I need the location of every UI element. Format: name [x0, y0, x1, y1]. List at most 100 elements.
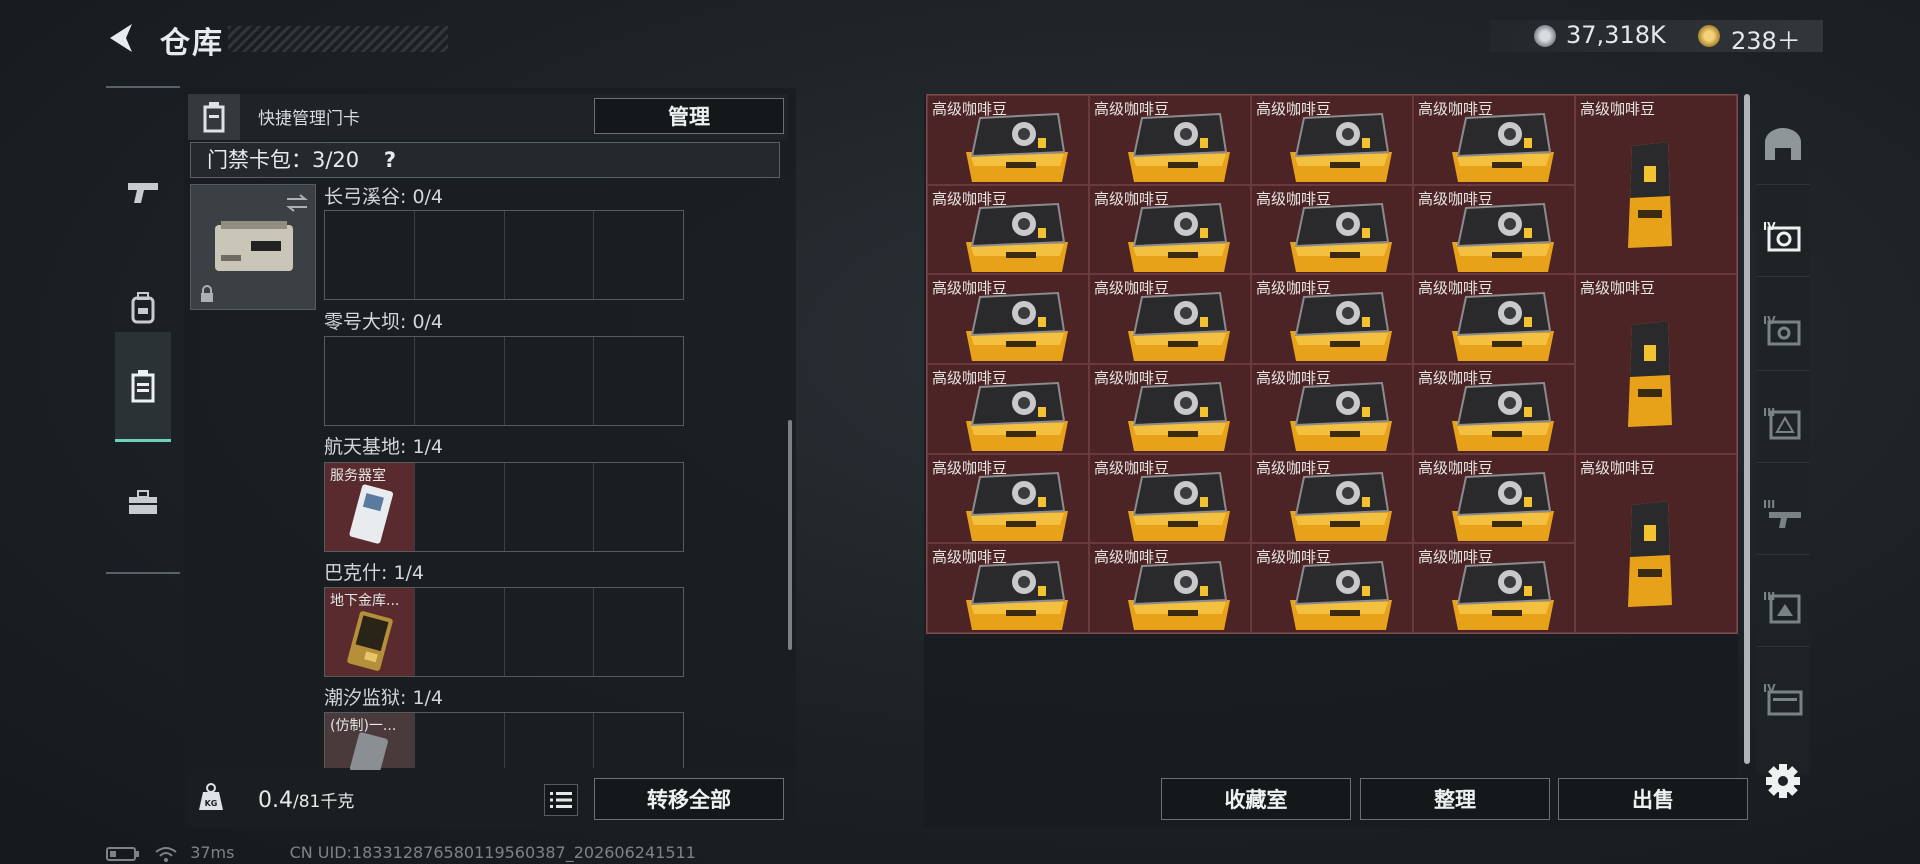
inventory-item-coffee-beans[interactable]: 高级咖啡豆: [1413, 453, 1575, 544]
item-name: 高级咖啡豆: [1094, 548, 1170, 567]
inventory-item-coffee-beans[interactable]: 高级咖啡豆: [1251, 95, 1413, 185]
item-name: 高级咖啡豆: [932, 189, 1008, 208]
keycard-case-item[interactable]: [190, 184, 316, 310]
keycard-slot[interactable]: [594, 588, 683, 676]
coffee-bag-image: [966, 471, 1068, 541]
group-label-linghao: 零号大坝: 0/4: [324, 311, 444, 333]
coin-icon: [1534, 25, 1556, 47]
inventory-item-coffee-beans[interactable]: 高级咖啡豆: [1575, 453, 1737, 633]
inventory-item-coffee-beans[interactable]: 高级咖啡豆: [1089, 274, 1251, 364]
coffee-bag-image: [966, 381, 1068, 451]
list-view-button[interactable]: [544, 784, 578, 816]
tab-weapons[interactable]: [106, 152, 180, 232]
inventory-item-coffee-beans[interactable]: 高级咖啡豆: [1413, 95, 1575, 185]
inventory-item-coffee-beans[interactable]: 高级咖啡豆: [1251, 274, 1413, 364]
coffee-bag-image: [1452, 561, 1554, 631]
inventory-item-coffee-beans[interactable]: 高级咖啡豆: [1089, 95, 1251, 185]
collection-room-button[interactable]: 收藏室: [1161, 778, 1351, 820]
inventory-item-coffee-beans[interactable]: 高级咖啡豆: [1089, 184, 1251, 275]
inventory-item-coffee-beans[interactable]: 高级咖啡豆: [1089, 543, 1251, 633]
inventory-item-coffee-beans[interactable]: 高级咖啡豆: [927, 274, 1089, 364]
filter-tier4-container[interactable]: IV: [1756, 658, 1810, 738]
inventory-item-coffee-beans[interactable]: 高级咖啡豆: [1413, 543, 1575, 633]
inventory-item-coffee-beans[interactable]: 高级咖啡豆: [1575, 95, 1737, 275]
inventory-item-coffee-beans[interactable]: 高级咖啡豆: [1413, 363, 1575, 454]
sort-button[interactable]: 整理: [1360, 778, 1550, 820]
keycard-slot[interactable]: [325, 337, 415, 425]
keycard-slot[interactable]: [505, 588, 595, 676]
weight-max: /81千克: [293, 792, 355, 812]
title-decoration: [228, 26, 448, 52]
inventory-item-coffee-beans[interactable]: 高级咖啡豆: [927, 453, 1089, 544]
group-label-changgong: 长弓溪谷: 0/4: [324, 186, 444, 208]
premium-balance[interactable]: 238＋: [1731, 21, 1801, 56]
coffee-bag-image: [1128, 561, 1230, 631]
filter-tier3-medical[interactable]: III: [1756, 382, 1810, 463]
card-case-image: [215, 221, 293, 271]
coffee-bag-image: [1128, 381, 1230, 451]
keycard-slot[interactable]: [415, 211, 505, 299]
keycard-slot[interactable]: [415, 588, 505, 676]
keycard-slot[interactable]: [505, 463, 595, 551]
keycard-slot[interactable]: [505, 337, 595, 425]
filter-tier3-armor[interactable]: III: [1756, 566, 1810, 647]
keycard-slot-server-room[interactable]: 服务器室: [325, 463, 415, 551]
inventory-item-coffee-beans[interactable]: 高级咖啡豆: [1089, 363, 1251, 454]
keycard-slot-replica[interactable]: (仿制)一...: [325, 713, 415, 771]
card-pack-capacity: 门禁卡包：3/20 ?: [190, 142, 780, 178]
keycard-slot[interactable]: [415, 337, 505, 425]
quick-manage-label: 快捷管理门卡: [258, 109, 360, 129]
keycard-slot[interactable]: [594, 211, 683, 299]
inventory-item-coffee-beans[interactable]: 高级咖啡豆: [927, 184, 1089, 275]
storage-icon: [1765, 128, 1801, 160]
item-name: 高级咖啡豆: [1094, 368, 1170, 387]
card-pack-label: 门禁卡包：3/20: [207, 148, 360, 172]
filter-tier3-weapon[interactable]: III: [1756, 474, 1810, 555]
keycard-slot[interactable]: [415, 713, 505, 768]
keycard-slot-underground-vault[interactable]: 地下金库...: [325, 588, 415, 676]
inventory-item-coffee-beans[interactable]: 高级咖啡豆: [927, 363, 1089, 454]
transfer-all-button[interactable]: 转移全部: [594, 778, 784, 820]
item-name: 高级咖啡豆: [1094, 458, 1170, 477]
item-name: 高级咖啡豆: [932, 548, 1008, 567]
premium-currency-icon: [1698, 25, 1720, 47]
keycard-slot[interactable]: [594, 713, 683, 768]
help-icon[interactable]: ?: [384, 148, 396, 172]
filter-tier4-safe[interactable]: IV: [1756, 196, 1810, 277]
inventory-item-coffee-beans[interactable]: 高级咖啡豆: [1413, 274, 1575, 364]
lock-icon: [201, 285, 213, 302]
swap-icon[interactable]: [285, 193, 309, 213]
inventory-item-coffee-beans[interactable]: 高级咖啡豆: [1251, 543, 1413, 633]
filter-tier4-tech[interactable]: IV: [1756, 290, 1810, 371]
inventory-item-coffee-beans[interactable]: 高级咖啡豆: [1575, 274, 1737, 454]
filter-all[interactable]: [1756, 104, 1810, 185]
group-label-bakeshi: 巴克什: 1/4: [324, 562, 425, 584]
keycard-slot[interactable]: [505, 211, 595, 299]
tab-keycards[interactable]: [115, 332, 171, 442]
inventory-item-coffee-beans[interactable]: 高级咖啡豆: [1251, 184, 1413, 275]
keycard-slot[interactable]: [415, 463, 505, 551]
keycard-slot[interactable]: [594, 463, 683, 551]
battery-icon: [106, 846, 139, 861]
inventory-item-coffee-beans[interactable]: 高级咖啡豆: [1413, 184, 1575, 275]
inventory-item-coffee-beans[interactable]: 高级咖啡豆: [927, 543, 1089, 633]
keycard-slot[interactable]: [325, 211, 415, 299]
item-name: 高级咖啡豆: [1256, 189, 1332, 208]
coffee-bag-image: [1128, 471, 1230, 541]
manage-button[interactable]: 管理: [594, 98, 784, 134]
keycard-slot[interactable]: [594, 337, 683, 425]
inventory-scrollbar[interactable]: [1744, 94, 1750, 764]
coffee-bag-image: [1290, 112, 1392, 182]
status-bar: 37ms CN UID:183312876580119560387_202606…: [106, 843, 696, 862]
inventory-item-coffee-beans[interactable]: 高级咖啡豆: [927, 95, 1089, 185]
inventory-item-coffee-beans[interactable]: 高级咖啡豆: [1251, 453, 1413, 544]
keycard-slot[interactable]: [505, 713, 595, 768]
back-arrow-icon[interactable]: [104, 20, 140, 56]
sell-button[interactable]: 出售: [1558, 778, 1748, 820]
keycard-list-scrollbar[interactable]: [788, 420, 792, 650]
inventory-item-coffee-beans[interactable]: 高级咖啡豆: [1251, 363, 1413, 454]
tab-toolbox[interactable]: [106, 463, 180, 543]
tier4-tech-icon: IV: [1763, 314, 1801, 346]
settings-button[interactable]: [1762, 760, 1804, 802]
inventory-item-coffee-beans[interactable]: 高级咖啡豆: [1089, 453, 1251, 544]
